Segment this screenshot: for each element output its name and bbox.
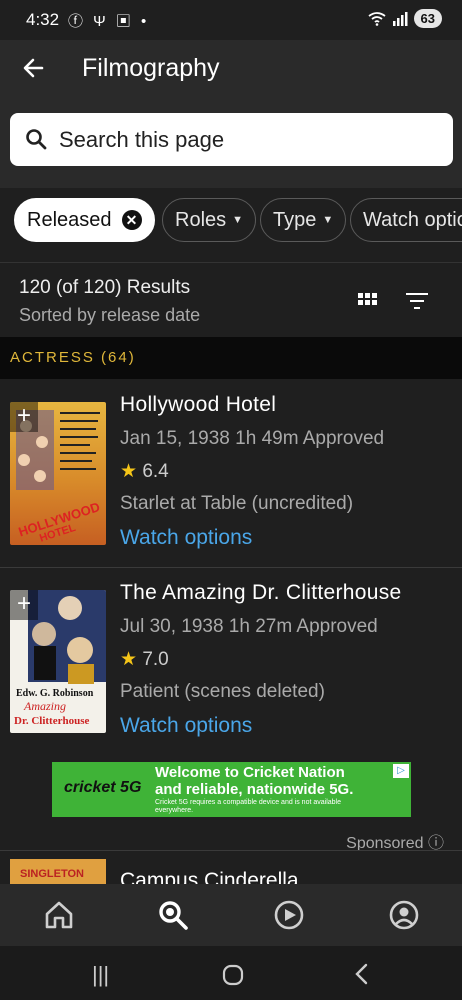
chip-label: Roles xyxy=(175,208,227,231)
notification-icons: ⓕ Ψ ▣ • xyxy=(68,13,150,30)
list-item[interactable]: SINGLETON DAVIS Campus Cinderella xyxy=(0,850,462,885)
filter-chips: Released ✕ Roles ▼ Type ▼ Watch options xyxy=(0,188,462,260)
list-item[interactable]: HOLLYWOOD HOTEL + Hollywood Hotel Jan 15… xyxy=(0,380,462,567)
caret-down-icon: ▼ xyxy=(232,214,244,226)
rating-value: 6.4 xyxy=(142,461,169,482)
back-button-icon[interactable] xyxy=(354,963,370,985)
ad-fine-print: Cricket 5G requires a compatible device … xyxy=(155,799,341,814)
play-icon[interactable] xyxy=(272,898,306,932)
ad-brand: cricket 5G xyxy=(64,779,142,796)
watch-options-link[interactable]: Watch options xyxy=(120,526,252,550)
svg-text:Dr. Clitterhouse: Dr. Clitterhouse xyxy=(14,715,89,727)
item-role: Patient (scenes deleted) xyxy=(120,681,325,702)
list-item[interactable]: Edw. G. Robinson Amazing Dr. Clitterhous… xyxy=(0,568,462,754)
search-nav-icon[interactable] xyxy=(156,898,190,932)
search-area: Search this page xyxy=(0,100,462,188)
system-nav: ||| xyxy=(0,946,462,1000)
ad-banner[interactable]: cricket 5G Welcome to Cricket Nation and… xyxy=(52,762,411,817)
sort-label: Sorted by release date xyxy=(19,305,201,325)
caret-down-icon: ▼ xyxy=(322,214,334,226)
wifi-icon xyxy=(367,11,386,26)
item-title[interactable]: Hollywood Hotel xyxy=(120,393,276,417)
bottom-nav xyxy=(0,884,462,946)
rating-value: 7.0 xyxy=(142,649,169,670)
item-meta: Jan 15, 1938 1h 49m Approved xyxy=(120,428,385,449)
item-title[interactable]: The Amazing Dr. Clitterhouse xyxy=(120,581,402,605)
profile-icon[interactable] xyxy=(387,898,421,932)
chip-watch-options[interactable]: Watch options xyxy=(350,198,462,242)
status-right: 63 xyxy=(367,9,442,28)
status-bar: 4:32 ⓕ Ψ ▣ • 63 xyxy=(0,0,462,40)
search-icon xyxy=(26,129,47,150)
back-arrow-icon[interactable] xyxy=(20,54,48,82)
status-time: 4:32 xyxy=(26,10,60,29)
svg-text:SINGLETON: SINGLETON xyxy=(20,868,84,880)
battery-indicator: 63 xyxy=(413,9,442,28)
star-icon: ★ xyxy=(120,461,138,482)
chip-label: Type xyxy=(273,208,317,231)
poster-image[interactable]: HOLLYWOOD HOTEL + xyxy=(10,402,106,545)
chip-label: Released xyxy=(27,208,112,231)
grid-view-icon[interactable] xyxy=(358,293,378,307)
results-count: 120 (of 120) Results xyxy=(19,277,191,298)
item-rating: ★ 7.0 xyxy=(120,648,169,671)
item-title[interactable]: Campus Cinderella xyxy=(120,869,299,885)
ad-choices-icon[interactable]: ▷ xyxy=(393,764,409,778)
star-icon: ★ xyxy=(120,649,138,670)
recent-apps-icon[interactable]: ||| xyxy=(92,962,109,988)
item-role: Starlet at Table (uncredited) xyxy=(120,493,354,514)
section-header: ACTRESS (64) xyxy=(0,337,462,379)
chip-roles[interactable]: Roles ▼ xyxy=(162,198,257,242)
poster-image[interactable]: Edw. G. Robinson Amazing Dr. Clitterhous… xyxy=(10,590,106,733)
search-input[interactable]: Search this page xyxy=(10,113,453,166)
close-icon[interactable]: ✕ xyxy=(121,210,142,230)
chip-label: Watch options xyxy=(363,208,462,231)
home-button-icon[interactable] xyxy=(222,964,244,986)
add-to-watchlist-icon[interactable]: + xyxy=(10,402,38,432)
ad-headline: Welcome to Cricket Nation xyxy=(155,764,345,781)
poster-image[interactable]: SINGLETON DAVIS xyxy=(10,859,106,885)
sort-filter-icon[interactable] xyxy=(406,293,428,309)
add-to-watchlist-icon[interactable]: + xyxy=(10,590,38,620)
chip-type[interactable]: Type ▼ xyxy=(260,198,347,242)
poster-art: SINGLETON DAVIS xyxy=(10,859,106,885)
search-placeholder: Search this page xyxy=(59,127,225,152)
item-meta: Jul 30, 1938 1h 27m Approved xyxy=(120,616,378,637)
watch-options-link[interactable]: Watch options xyxy=(120,714,252,738)
results-bar: 120 (of 120) Results Sorted by release d… xyxy=(0,262,462,337)
home-icon[interactable] xyxy=(42,898,76,932)
svg-text:Amazing: Amazing xyxy=(23,699,66,713)
ad-subheadline: and reliable, nationwide 5G. xyxy=(155,781,354,798)
chip-released[interactable]: Released ✕ xyxy=(14,198,155,242)
page-title: Filmography xyxy=(82,54,220,82)
item-rating: ★ 6.4 xyxy=(120,460,169,483)
section-label: ACTRESS (64) xyxy=(10,349,136,366)
svg-text:Edw. G. Robinson: Edw. G. Robinson xyxy=(16,688,94,699)
app-header: Filmography xyxy=(0,40,462,100)
signal-icon xyxy=(392,11,408,26)
